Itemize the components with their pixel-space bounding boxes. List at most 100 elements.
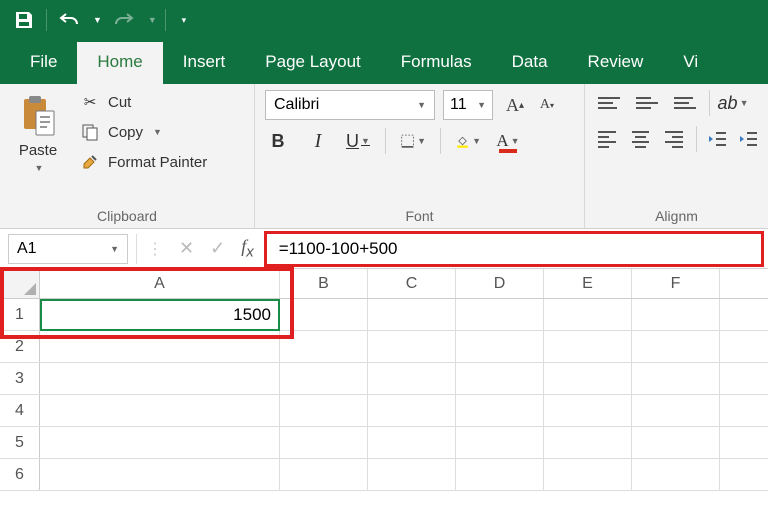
tab-formulas[interactable]: Formulas [381,42,492,84]
cell-f1[interactable] [632,299,720,330]
undo-dropdown-icon[interactable]: ▼ [93,15,102,25]
cell[interactable] [632,363,720,394]
quick-access-toolbar: ▼ ▼ ▾ [0,0,768,40]
row-header[interactable]: 4 [0,395,40,426]
paste-button[interactable]: Paste ▼ [10,90,66,177]
borders-button[interactable]: ▼ [400,128,426,154]
customize-qat-icon[interactable]: ▾ [176,15,192,26]
cell[interactable] [280,427,368,458]
cell[interactable] [456,427,544,458]
row-3: 3 [0,363,768,395]
cell[interactable] [632,331,720,362]
select-all-corner[interactable] [0,269,40,298]
cell[interactable] [632,395,720,426]
tab-insert[interactable]: Insert [163,42,246,84]
cell-a6[interactable] [40,459,280,490]
fx-icon[interactable]: fx [241,236,254,261]
tab-page-layout[interactable]: Page Layout [245,42,380,84]
align-left-button[interactable] [595,126,619,152]
cell[interactable] [456,363,544,394]
chevron-down-icon[interactable]: ▼ [35,163,44,173]
align-right-button[interactable] [662,126,686,152]
font-group-label: Font [265,206,574,224]
cell[interactable] [280,459,368,490]
name-box[interactable]: A1 ▼ [8,234,128,264]
chevron-down-icon: ▼ [417,100,426,110]
row-header[interactable]: 6 [0,459,40,490]
cell[interactable] [456,331,544,362]
cell[interactable] [280,331,368,362]
cancel-formula-icon[interactable]: ✕ [179,238,194,259]
cell[interactable] [544,331,632,362]
formula-input[interactable]: =1100-100+500 [264,231,764,267]
tab-file[interactable]: File [10,42,77,84]
cell-a2[interactable] [40,331,280,362]
cell[interactable] [632,459,720,490]
undo-icon[interactable] [55,6,83,34]
row-header[interactable]: 1 [0,299,40,330]
increase-font-size-button[interactable]: A▴ [501,91,529,119]
cell-e1[interactable] [544,299,632,330]
column-header-c[interactable]: C [368,269,456,298]
row-header[interactable]: 5 [0,427,40,458]
cell[interactable] [280,395,368,426]
tab-home[interactable]: Home [77,42,162,84]
underline-button[interactable]: U▼ [345,128,371,154]
cell[interactable] [544,459,632,490]
format-painter-button[interactable]: Format Painter [76,150,211,174]
align-center-button[interactable] [629,126,653,152]
copy-button[interactable]: Copy ▼ [76,120,211,144]
font-color-button[interactable]: A ▼ [495,128,521,154]
orientation-button[interactable]: ab▼ [720,90,746,116]
cell[interactable] [544,427,632,458]
formula-value: =1100-100+500 [279,239,398,259]
cell[interactable] [368,363,456,394]
align-middle-button[interactable] [633,90,661,116]
cell-a3[interactable] [40,363,280,394]
cell-c1[interactable] [368,299,456,330]
enter-formula-icon[interactable]: ✓ [210,238,225,259]
align-top-button[interactable] [595,90,623,116]
tab-review[interactable]: Review [568,42,664,84]
paintbrush-icon [80,152,100,172]
increase-indent-button[interactable] [737,126,758,152]
cell-d1[interactable] [456,299,544,330]
italic-button[interactable]: I [305,128,331,154]
decrease-font-size-button[interactable]: A▾ [533,91,561,119]
cell[interactable] [280,363,368,394]
cell-b1[interactable] [280,299,368,330]
column-header-b[interactable]: B [280,269,368,298]
row-header[interactable]: 3 [0,363,40,394]
cell[interactable] [368,427,456,458]
cell-a5[interactable] [40,427,280,458]
formula-bar: A1 ▼ ⋮ ✕ ✓ fx =1100-100+500 [0,229,768,269]
cell-a1[interactable]: 1500 [40,299,280,330]
column-header-e[interactable]: E [544,269,632,298]
alignment-group-label: Alignm [595,206,758,224]
column-header-f[interactable]: F [632,269,720,298]
cell[interactable] [544,363,632,394]
decrease-indent-button[interactable] [706,126,727,152]
chevron-down-icon[interactable]: ▼ [153,127,162,137]
cut-button[interactable]: ✂ Cut [76,90,211,114]
column-header-d[interactable]: D [456,269,544,298]
cell-a4[interactable] [40,395,280,426]
cell[interactable] [456,395,544,426]
font-name-selector[interactable]: Calibri ▼ [265,90,435,120]
cell[interactable] [368,331,456,362]
save-icon[interactable] [10,6,38,34]
tab-data[interactable]: Data [492,42,568,84]
tab-view[interactable]: Vi [663,42,718,84]
cell[interactable] [544,395,632,426]
font-size-selector[interactable]: 11 ▼ [443,90,493,120]
column-header-a[interactable]: A [40,269,280,298]
fill-color-button[interactable]: ▼ [455,128,481,154]
row-header[interactable]: 2 [0,331,40,362]
align-bottom-button[interactable] [671,90,699,116]
cell[interactable] [368,395,456,426]
cell[interactable] [632,427,720,458]
bold-button[interactable]: B [265,128,291,154]
cell[interactable] [456,459,544,490]
name-box-value: A1 [17,240,37,258]
cell[interactable] [368,459,456,490]
